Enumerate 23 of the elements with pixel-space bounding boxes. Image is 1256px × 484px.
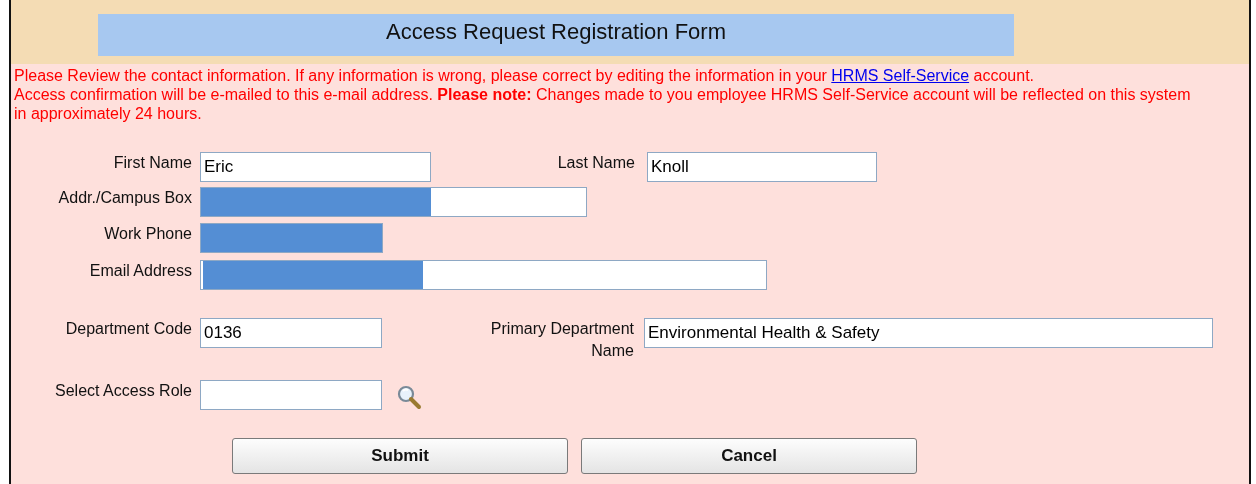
input-field[interactable]: Eric [200, 152, 431, 182]
hrms-link[interactable]: HRMS Self-Service [831, 67, 970, 84]
field-label: Primary Department Name [489, 319, 635, 361]
input-field[interactable] [200, 187, 587, 217]
search-icon[interactable] [396, 384, 422, 410]
field-label: Select Access Role [54, 381, 193, 400]
notice-text: Access confirmation will be e-mailed to this e-mail address. Please note: Changes made to you employee HRMS Self-Service account will be reflected on this system in approximately 24 hours. [14, 85, 1192, 123]
form-title: Access Request Registration Form [98, 14, 1014, 56]
submit-button[interactable]: Submit [232, 438, 568, 474]
input-field[interactable]: Environmental Health & Safety [644, 318, 1213, 348]
notice-text: Please Review the contact information. If any information is wrong, please correct by editing the information in your HRMS Self-Service account. [14, 66, 1036, 85]
input-field[interactable]: 0136 [200, 318, 382, 348]
input-field[interactable] [200, 380, 382, 410]
field-label: Work Phone [103, 224, 193, 243]
input-field[interactable] [200, 260, 767, 290]
field-label: Addr./Campus Box [57, 188, 193, 207]
field-label: Email Address [88, 261, 193, 280]
cancel-button[interactable]: Cancel [581, 438, 917, 474]
field-label: Last Name [556, 153, 636, 172]
field-label: First Name [112, 153, 193, 172]
input-field[interactable]: Knoll [647, 152, 877, 182]
field-label: Department Code [64, 319, 193, 338]
input-field[interactable] [200, 223, 383, 253]
